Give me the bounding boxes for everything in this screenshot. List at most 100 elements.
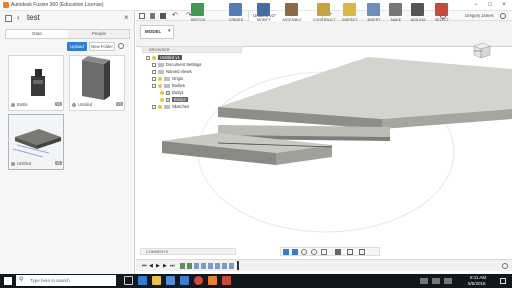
fast-forward-icon[interactable]: ⏭: [170, 263, 175, 269]
thumbnail-label: Untitled: [78, 102, 93, 107]
play-icon[interactable]: ▶: [156, 263, 160, 269]
create-group[interactable]: CREATE: [224, 2, 248, 24]
tab-people[interactable]: People: [68, 30, 130, 38]
root-label: Untitled v1: [158, 55, 182, 60]
group-label: SELECT: [435, 18, 449, 22]
design-thumbnail-bottle[interactable]: Bottle V1: [8, 55, 64, 111]
file-explorer-icon[interactable]: [152, 276, 161, 285]
user-name[interactable]: Gregory James: [465, 13, 494, 18]
tree-root[interactable]: Untitled v1: [146, 54, 226, 61]
step-back-icon[interactable]: ◀: [149, 263, 153, 269]
clock-date[interactable]: 5/5/2018: [468, 281, 486, 286]
task-view-icon[interactable]: [124, 276, 133, 285]
tree-node-origin[interactable]: Origin: [146, 75, 226, 82]
timeline-feature-icon[interactable]: [194, 263, 199, 269]
display-settings-icon[interactable]: [335, 249, 341, 255]
orbit-icon[interactable]: [283, 249, 289, 255]
timeline-feature-icon[interactable]: [215, 263, 220, 269]
viewports-icon[interactable]: [359, 249, 365, 255]
folder-icon: [164, 76, 170, 81]
visibility-bulb-icon[interactable]: [158, 76, 162, 81]
visibility-bulb-icon[interactable]: [160, 97, 164, 102]
app-taskbar-icon[interactable]: [222, 276, 231, 285]
browser-header[interactable]: BROWSER: [142, 46, 242, 53]
timeline-feature-icon[interactable]: [229, 263, 234, 269]
tree-node-body2[interactable]: Body2: [146, 96, 226, 103]
clock-time[interactable]: 8:11 AM: [470, 275, 486, 280]
mail-icon[interactable]: [180, 276, 189, 285]
inspect-icon: [343, 3, 356, 16]
zoom-icon[interactable]: [311, 249, 317, 255]
expand-icon[interactable]: [152, 62, 156, 67]
construct-group[interactable]: CONSTRUCT: [312, 2, 336, 24]
tree-node-document-settings[interactable]: Document Settings: [146, 61, 226, 68]
taskbar-search[interactable]: ⚲ Type here to search: [16, 275, 116, 286]
expand-icon[interactable]: [146, 55, 150, 60]
system-tray-icons[interactable]: [420, 278, 460, 284]
design-thumbnail-untitled-1[interactable]: Untitled V1: [69, 55, 125, 111]
browser-title: BROWSER: [149, 47, 170, 52]
step-forward-icon[interactable]: ▶: [163, 263, 167, 269]
windows-start-icon[interactable]: [4, 277, 12, 285]
app-grid-icon[interactable]: [5, 15, 12, 22]
assemble-group[interactable]: ASSEMBLE: [280, 2, 304, 24]
collapse-icon[interactable]: [152, 83, 156, 88]
folder-icon: [164, 83, 170, 88]
chrome-icon[interactable]: [194, 276, 203, 285]
expand-icon[interactable]: [152, 104, 156, 109]
visibility-bulb-icon[interactable]: [158, 104, 162, 109]
viewcube[interactable]: FRONT: [470, 39, 492, 61]
visibility-bulb-icon[interactable]: [160, 90, 164, 95]
modify-group[interactable]: MODIFY: [252, 2, 276, 24]
look-at-icon[interactable]: [301, 249, 307, 255]
fit-icon[interactable]: [321, 249, 327, 255]
select-cursor-icon: [435, 3, 448, 16]
tab-data[interactable]: Data: [6, 30, 68, 38]
tree-node-named-views[interactable]: Named Views: [146, 68, 226, 75]
tree-node-bodies[interactable]: Bodies: [146, 82, 226, 89]
timeline-settings-icon[interactable]: [502, 263, 508, 269]
tree-node-sketches[interactable]: Sketches: [146, 103, 226, 110]
grid-menu-icon[interactable]: [139, 13, 145, 19]
close-button[interactable]: ×: [498, 1, 510, 9]
timeline-marker[interactable]: [237, 261, 239, 270]
timeline-feature-icon[interactable]: [187, 263, 192, 269]
pan-icon[interactable]: [292, 249, 298, 255]
timeline-feature-icon[interactable]: [208, 263, 213, 269]
visibility-bulb-icon[interactable]: [158, 83, 162, 88]
minimize-button[interactable]: −: [470, 1, 482, 9]
store-icon[interactable]: [166, 276, 175, 285]
design-thumbnail-untitled-2[interactable]: Untitled V1: [8, 114, 64, 170]
rewind-icon[interactable]: ⏮: [142, 263, 147, 269]
notifications-icon[interactable]: [500, 278, 506, 284]
file-icon[interactable]: [150, 13, 155, 19]
canvas-viewport[interactable]: BROWSER Untitled v1 Document Settings Na…: [136, 42, 512, 259]
maximize-button[interactable]: □: [484, 1, 496, 9]
construct-icon: [317, 3, 330, 16]
tree-node-body1[interactable]: Body1: [146, 89, 226, 96]
comments-panel[interactable]: COMMENTS: [140, 248, 236, 255]
new-folder-button[interactable]: New Folder: [89, 42, 115, 51]
sketch-group[interactable]: SKETCH: [186, 2, 210, 24]
tree-label: Named Views: [166, 69, 192, 74]
back-arrow-icon[interactable]: ‹: [17, 13, 20, 22]
edge-browser-icon[interactable]: [138, 276, 147, 285]
upload-button[interactable]: Upload: [67, 42, 87, 51]
save-icon[interactable]: [160, 13, 166, 19]
expand-icon[interactable]: [152, 69, 156, 74]
grid-settings-icon[interactable]: [347, 249, 353, 255]
undo-icon[interactable]: ↶: [172, 11, 178, 19]
timeline-feature-icon[interactable]: [201, 263, 206, 269]
timeline-feature-icon[interactable]: [180, 263, 185, 269]
help-icon[interactable]: [500, 13, 506, 19]
sketch-icon: [191, 3, 204, 16]
visibility-bulb-icon[interactable]: [152, 55, 156, 60]
fusion-taskbar-icon[interactable]: [208, 276, 217, 285]
timeline-feature-icon[interactable]: [222, 263, 227, 269]
expand-icon[interactable]: [152, 76, 156, 81]
data-panel-tabs: Data People: [5, 29, 130, 39]
workspace-switcher[interactable]: MODEL ▾: [140, 25, 174, 39]
select-group[interactable]: SELECT: [430, 2, 454, 24]
close-panel-icon[interactable]: ×: [124, 13, 129, 22]
settings-gear-icon[interactable]: [118, 43, 124, 49]
